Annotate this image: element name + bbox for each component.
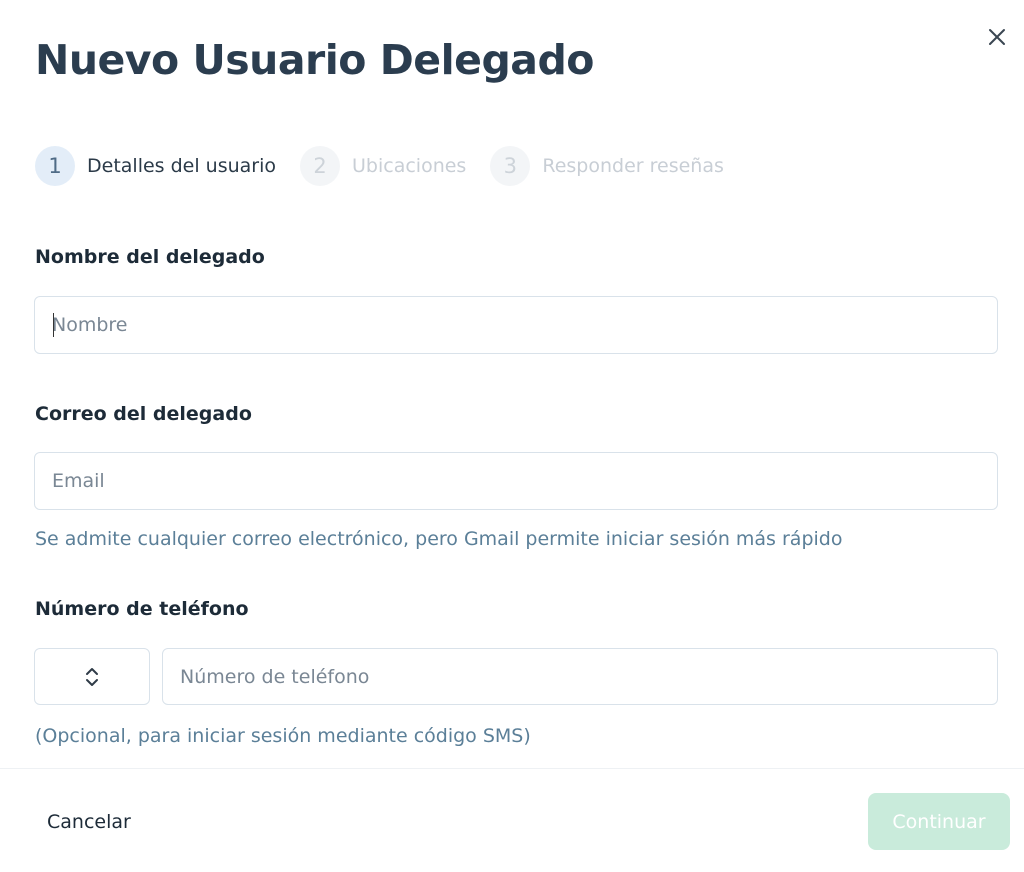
email-field-label: Correo del delegado bbox=[35, 403, 252, 425]
chevron-up-down-icon bbox=[86, 667, 98, 686]
new-delegate-user-modal: Nuevo Usuario Delegado 1 Detalles del us… bbox=[0, 0, 1024, 872]
modal-title: Nuevo Usuario Delegado bbox=[35, 36, 594, 84]
email-input[interactable] bbox=[34, 452, 998, 510]
step-number: 3 bbox=[490, 146, 531, 186]
step-label: Detalles del usuario bbox=[87, 155, 277, 177]
step-locations[interactable]: 2 Ubicaciones bbox=[300, 146, 466, 186]
country-code-select[interactable] bbox=[34, 648, 150, 705]
step-label: Ubicaciones bbox=[352, 155, 467, 177]
phone-field-label: Número de teléfono bbox=[35, 598, 249, 620]
name-field-label: Nombre del delegado bbox=[35, 246, 265, 268]
name-input[interactable] bbox=[34, 296, 998, 354]
close-button[interactable] bbox=[984, 24, 1010, 50]
step-label: Responder reseñas bbox=[542, 155, 724, 177]
continue-button[interactable]: Continuar bbox=[868, 793, 1010, 850]
step-number: 2 bbox=[300, 146, 341, 186]
step-reply-reviews[interactable]: 3 Responder reseñas bbox=[490, 146, 724, 186]
step-user-details[interactable]: 1 Detalles del usuario bbox=[35, 146, 276, 186]
phone-helper-text: (Opcional, para iniciar sesión mediante … bbox=[35, 725, 531, 747]
text-cursor bbox=[53, 313, 54, 337]
phone-input[interactable] bbox=[162, 648, 998, 705]
step-number: 1 bbox=[35, 146, 75, 186]
close-icon bbox=[989, 29, 1005, 45]
footer-divider bbox=[0, 768, 1024, 769]
stepper: 1 Detalles del usuario 2 Ubicaciones 3 R… bbox=[35, 146, 748, 186]
email-helper-text: Se admite cualquier correo electrónico, … bbox=[35, 528, 843, 550]
cancel-button[interactable]: Cancelar bbox=[35, 800, 143, 844]
